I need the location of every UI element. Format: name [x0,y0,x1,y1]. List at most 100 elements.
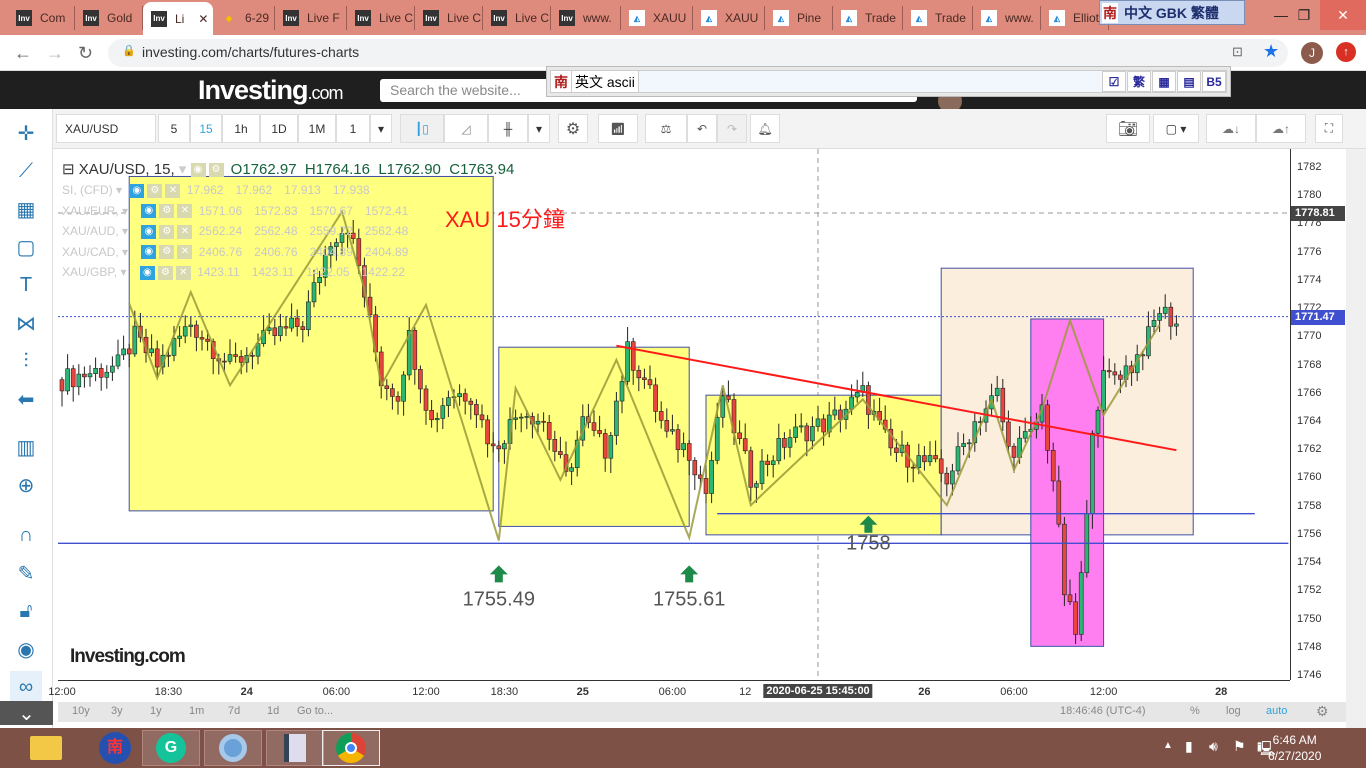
dropdown-icon[interactable]: ▾ [122,204,128,218]
tray-expand-icon[interactable]: ▲ [1163,740,1173,751]
update-icon[interactable]: ↑ [1336,42,1356,62]
price-axis[interactable]: 1746 1748 1750 1752 1754 1756 1758 1760 1762 1764… [1290,149,1346,681]
ime-window-icon[interactable]: ▤ [1177,71,1201,92]
settings-gear-icon[interactable]: ⚙ [558,114,588,143]
file-explorer-icon[interactable] [30,736,62,760]
grammarly-taskbar-icon[interactable]: G [142,730,200,766]
ime-app-icon[interactable]: 南 [86,730,144,766]
eye-icon[interactable]: ◉ [141,224,157,239]
color-picker-dropdown[interactable]: ▢ ▾ [1153,114,1199,143]
interval-5[interactable]: 5 [158,114,190,143]
indicators-icon[interactable]: 📶︎ [598,114,638,143]
range-button[interactable]: 1d [267,705,279,717]
link-icon[interactable]: ∞ [10,671,42,703]
system-clock[interactable]: 6:46 AM 6/27/2020 [1268,732,1321,764]
browser-tab[interactable]: ◭ Pine [765,6,833,30]
collapse-chevron-icon[interactable]: ⌄ [0,701,53,725]
remove-icon[interactable]: ✕ [165,183,181,198]
ime-keyboard-icon[interactable]: ▦ [1152,71,1176,92]
candles-chart-type-icon[interactable]: ┃▯ [400,114,444,143]
redo-icon[interactable]: ↷ [717,114,747,143]
profile-avatar[interactable]: J [1301,42,1323,64]
auto-scale-button[interactable]: auto [1266,705,1287,717]
zoom-in-icon[interactable]: ⊕ [10,469,42,501]
browser-tab[interactable]: ◆ 6-29 [213,6,275,30]
magnet-icon[interactable]: ∩ [10,519,42,551]
browser-tab[interactable]: Inv Li ✕ [143,2,213,35]
fibonacci-tool-icon[interactable]: ▦ [10,193,42,225]
time-axis[interactable]: 12:00 18:30 24 06:00 12:00 18:30 25 06:00 12 26 06… [48,680,1290,702]
bars-chart-icon[interactable]: ╫ [488,114,528,143]
lock-icon[interactable]: 🔓︎ [10,595,42,627]
shape-tool-icon[interactable]: ▢ [10,231,42,263]
browser-tab[interactable]: ◭ www. [973,6,1041,30]
battery-icon[interactable]: ▮ [1185,738,1193,755]
browser-tab[interactable]: Inv www. [551,6,621,30]
volume-icon[interactable]: 🔊︎ [1209,738,1218,755]
gear-icon[interactable]: ⚙ [159,224,175,239]
text-tool-icon[interactable]: T [10,269,42,301]
dropdown-icon[interactable]: ▾ [122,245,128,259]
browser-tab[interactable]: Inv Live C [483,6,551,30]
symbol-input[interactable]: XAU/USD [56,114,156,143]
pattern-tool-icon[interactable]: ⋈ [10,307,42,339]
browser-tab[interactable]: ◭ XAUU [693,6,765,30]
browser-tab[interactable]: ◭ Trade [903,6,973,30]
translate-icon[interactable]: ⊡ [1232,44,1243,60]
interval-custom[interactable]: 1 [336,114,370,143]
interval-dropdown[interactable]: ▾ [370,114,392,143]
gear-icon[interactable]: ⚙ [147,183,163,198]
save-cloud-icon[interactable]: ☁↑ [1256,114,1306,143]
lock-drawing-icon[interactable]: ✎ [10,557,42,589]
log-scale-button[interactable]: log [1226,705,1241,717]
interval-1d[interactable]: 1D [260,114,298,143]
page-scrollbar[interactable] [1346,149,1366,728]
browser-tab[interactable]: Inv Live C [347,6,415,30]
reload-icon[interactable]: ↻ [78,43,93,64]
back-icon[interactable]: ← [14,43,32,64]
eye-icon[interactable]: ◉ [141,245,157,260]
remove-icon[interactable]: ✕ [177,224,193,239]
undo-icon[interactable]: ↶ [687,114,717,143]
legend-gear-icon[interactable]: ⚙ [208,163,224,178]
measure-tool-icon[interactable]: ▥ [10,431,42,463]
chart-type-dropdown[interactable]: ▾ [528,114,550,143]
eye-icon[interactable]: ◉ [139,265,155,280]
crosshair-tool-icon[interactable]: ✛ [10,117,42,149]
screenshot-camera-icon[interactable]: 📷︎ [1106,114,1150,143]
legend-dropdown-icon[interactable]: ▾ [179,161,187,178]
interval-1m[interactable]: 1M [298,114,336,143]
browser-tab[interactable]: ◭ XAUU [621,6,693,30]
range-button[interactable]: 10y [72,705,90,717]
range-button[interactable]: 1y [150,705,162,717]
remove-icon[interactable]: ✕ [175,265,191,280]
browser-tab[interactable]: ◭ Trade [833,6,903,30]
close-tab-icon[interactable]: ✕ [198,12,208,26]
fullscreen-icon[interactable]: ⛶ [1315,114,1343,143]
remove-icon[interactable]: ✕ [177,245,193,260]
collapse-legend-icon[interactable]: ⊟ [62,161,75,178]
prediction-tool-icon[interactable]: ⫶ [10,345,42,377]
remove-icon[interactable]: ✕ [177,204,193,219]
gear-icon[interactable]: ⚙ [159,245,175,260]
url-input[interactable]: 🔒 investing.com/charts/futures-charts [108,39,1288,67]
range-button[interactable]: 3y [111,705,123,717]
range-button[interactable]: 7d [228,705,240,717]
bookmark-star-icon[interactable]: ★ [1263,41,1279,62]
browser-tab[interactable]: Inv Live F [275,6,347,30]
interval-15[interactable]: 15 [190,114,222,143]
browser-tab[interactable]: Inv Gold [75,6,143,30]
browser-tab[interactable]: Inv Com [8,6,75,30]
range-button[interactable]: Go to... [297,705,333,717]
ime-check-icon[interactable]: ☑ [1102,71,1126,92]
notes-taskbar-icon[interactable] [266,730,324,766]
ime-traditional-button[interactable]: 繁 [1127,71,1151,92]
axis-settings-gear-icon[interactable]: ⚙ [1316,703,1329,720]
eye-icon[interactable]: ◉ [129,183,145,198]
chromium-taskbar-icon[interactable] [204,730,262,766]
alert-bell-icon[interactable]: 🔔︎ [750,114,780,143]
trendline-tool-icon[interactable]: ⟋ [10,155,42,187]
close-window-button[interactable]: ✕ [1320,0,1366,30]
percent-scale-button[interactable]: % [1190,705,1200,717]
compare-scale-icon[interactable]: ⚖ [645,114,687,143]
